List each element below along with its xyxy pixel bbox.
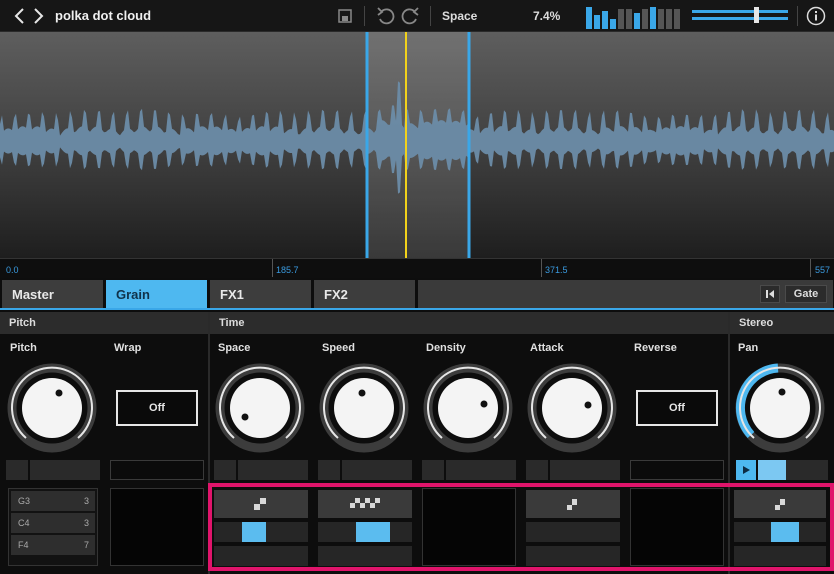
param-label-reverse: Reverse	[634, 342, 677, 354]
note-count: 3	[83, 496, 89, 506]
tab-fx1[interactable]: FX1	[210, 280, 312, 308]
redo-icon[interactable]	[400, 7, 420, 25]
tab-fx2[interactable]: FX2	[314, 280, 416, 308]
list-item[interactable]: F4 7	[11, 535, 95, 555]
time-ruler: 0.0 185.7 371.5 557	[0, 258, 834, 278]
note-name: G3	[18, 496, 31, 506]
selected-param-value: 7.4%	[533, 9, 561, 23]
note-list: G3 3 C4 3 F4 7	[8, 488, 98, 566]
pitch-knob[interactable]	[6, 362, 98, 454]
param-label-speed: Speed	[322, 342, 356, 354]
tab-bar: Master Grain FX1 FX2 Gate	[0, 278, 834, 310]
section-stereo: Stereo	[730, 312, 834, 334]
divider	[797, 6, 798, 26]
tab-grain[interactable]: Grain	[106, 280, 208, 308]
pan-knob[interactable]	[734, 362, 826, 454]
forward-icon[interactable]	[30, 6, 46, 26]
attack-mod-row[interactable]	[526, 460, 620, 480]
reverse-toggle[interactable]: Off	[636, 390, 718, 426]
attack-knob[interactable]	[526, 362, 618, 454]
reverse-mod-row[interactable]	[630, 460, 724, 480]
ruler-label: 371.5	[545, 265, 568, 275]
volume-slider[interactable]	[692, 7, 788, 23]
gate-button[interactable]: Gate	[785, 285, 827, 303]
density-knob[interactable]	[422, 362, 514, 454]
divider	[430, 6, 431, 26]
param-label-pitch: Pitch	[10, 342, 37, 354]
note-name: F4	[18, 540, 29, 550]
play-icon	[743, 466, 750, 474]
skip-start-button[interactable]	[760, 285, 780, 303]
tab-master[interactable]: Master	[2, 280, 104, 308]
wrap-mod-panel	[110, 488, 204, 566]
density-mod-row[interactable]	[422, 460, 516, 480]
param-label-density: Density	[426, 342, 466, 354]
param-label-space: Space	[218, 342, 251, 354]
pan-mod-bar[interactable]	[758, 460, 828, 480]
undo-icon[interactable]	[376, 7, 396, 25]
pan-mod-fill	[758, 460, 786, 480]
level-meter	[586, 5, 682, 29]
ruler-label: 0.0	[6, 265, 19, 275]
modulation-highlight-frame	[208, 483, 834, 571]
ruler-label: 185.7	[276, 265, 299, 275]
patch-title[interactable]: polka dot cloud	[55, 8, 151, 23]
back-icon[interactable]	[12, 6, 28, 26]
param-label-pan: Pan	[738, 342, 759, 354]
note-count: 3	[83, 518, 89, 528]
save-icon[interactable]	[338, 9, 352, 23]
list-item[interactable]: G3 3	[11, 491, 95, 511]
note-name: C4	[18, 518, 30, 528]
param-label-attack: Attack	[530, 342, 564, 354]
space-knob[interactable]	[214, 362, 306, 454]
list-item[interactable]: C4 3	[11, 513, 95, 533]
speed-knob[interactable]	[318, 362, 410, 454]
section-pitch: Pitch	[0, 312, 208, 334]
top-bar: polka dot cloud Space 7.4%	[0, 0, 834, 32]
info-icon[interactable]	[806, 6, 826, 26]
ruler-label: 557	[815, 265, 831, 275]
space-mod-row[interactable]	[214, 460, 308, 480]
selected-param-name: Space	[442, 9, 478, 23]
section-time: Time	[210, 312, 728, 334]
pitch-mod-row[interactable]	[6, 460, 100, 480]
play-button[interactable]	[736, 460, 756, 480]
waveform-display[interactable]	[0, 32, 834, 258]
skip-start-icon	[766, 290, 774, 298]
wrap-mod-row[interactable]	[110, 460, 204, 480]
note-count: 7	[83, 540, 89, 550]
param-label-wrap: Wrap	[114, 342, 142, 354]
wrap-toggle[interactable]: Off	[116, 390, 198, 426]
speed-mod-row[interactable]	[318, 460, 412, 480]
divider	[364, 6, 365, 26]
waveform-graphic	[0, 32, 834, 258]
